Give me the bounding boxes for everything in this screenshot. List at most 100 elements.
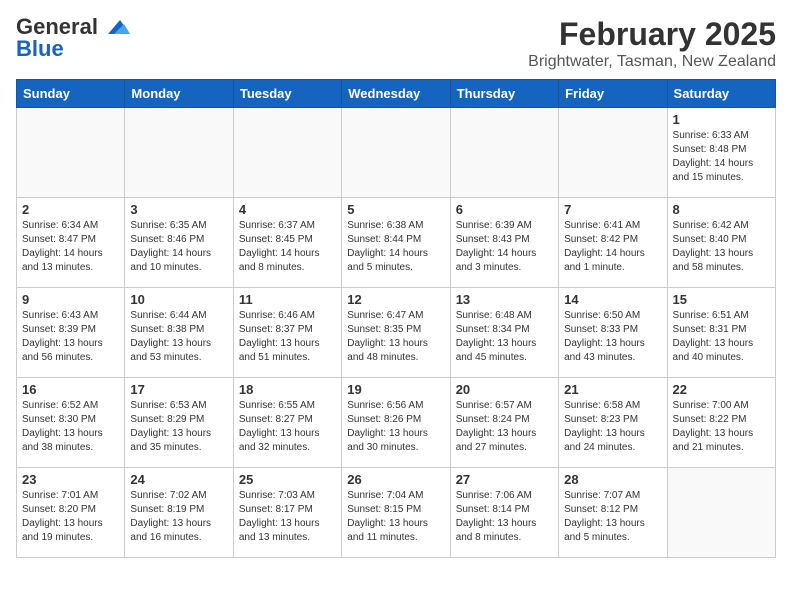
- day-info: Sunrise: 6:52 AM Sunset: 8:30 PM Dayligh…: [22, 399, 119, 455]
- day-info: Sunrise: 6:44 AM Sunset: 8:38 PM Dayligh…: [130, 309, 227, 365]
- day-number: 18: [239, 382, 336, 397]
- calendar-day-cell: 26Sunrise: 7:04 AM Sunset: 8:15 PM Dayli…: [342, 468, 450, 558]
- logo-blue: Blue: [16, 38, 64, 60]
- calendar-day-cell: 12Sunrise: 6:47 AM Sunset: 8:35 PM Dayli…: [342, 288, 450, 378]
- day-info: Sunrise: 6:47 AM Sunset: 8:35 PM Dayligh…: [347, 309, 444, 365]
- day-number: 6: [456, 202, 553, 217]
- day-number: 7: [564, 202, 661, 217]
- calendar-day-cell: 15 Sunrise: 6:51 AM Sunset: 8:31 PM Dayli…: [667, 288, 775, 378]
- calendar-week-row: 9 Sunrise: 6:43 AM Sunset: 8:39 PM Daylig…: [17, 288, 776, 378]
- calendar-day-cell: 10 Sunrise: 6:44 AM Sunset: 8:38 PM Dayli…: [125, 288, 233, 378]
- day-number: 15: [673, 292, 770, 307]
- weekday-header: Monday: [125, 80, 233, 108]
- day-info: Sunrise: 6:39 AM Sunset: 8:43 PM Dayligh…: [456, 219, 553, 275]
- day-info: Sunrise: 6:46 AM Sunset: 8:37 PM Dayligh…: [239, 309, 336, 365]
- calendar-day-cell: [450, 108, 558, 198]
- day-number: 8: [673, 202, 770, 217]
- day-info: Sunrise: 7:03 AM Sunset: 8:17 PM Dayligh…: [239, 489, 336, 545]
- day-number: 24: [130, 472, 227, 487]
- day-number: 13: [456, 292, 553, 307]
- calendar-day-cell: [233, 108, 341, 198]
- calendar-day-cell: 2Sunrise: 6:34 AM Sunset: 8:47 PM Daylig…: [17, 198, 125, 288]
- calendar-day-cell: 7 Sunrise: 6:41 AM Sunset: 8:42 PM Daylig…: [559, 198, 667, 288]
- calendar-day-cell: 13 Sunrise: 6:48 AM Sunset: 8:34 PM Dayli…: [450, 288, 558, 378]
- calendar-day-cell: [342, 108, 450, 198]
- calendar-day-cell: 21Sunrise: 6:58 AM Sunset: 8:23 PM Dayli…: [559, 378, 667, 468]
- calendar-day-cell: 22 Sunrise: 7:00 AM Sunset: 8:22 PM Dayli…: [667, 378, 775, 468]
- calendar-week-row: 1 Sunrise: 6:33 AM Sunset: 8:48 PM Daylig…: [17, 108, 776, 198]
- weekday-header: Sunday: [17, 80, 125, 108]
- day-info: Sunrise: 6:43 AM Sunset: 8:39 PM Dayligh…: [22, 309, 119, 365]
- calendar-day-cell: 28 Sunrise: 7:07 AM Sunset: 8:12 PM Dayli…: [559, 468, 667, 558]
- calendar-day-cell: 14Sunrise: 6:50 AM Sunset: 8:33 PM Dayli…: [559, 288, 667, 378]
- calendar-day-cell: [667, 468, 775, 558]
- day-number: 20: [456, 382, 553, 397]
- calendar-day-cell: 18 Sunrise: 6:55 AM Sunset: 8:27 PM Dayli…: [233, 378, 341, 468]
- day-number: 1: [673, 112, 770, 127]
- calendar-week-row: 16Sunrise: 6:52 AM Sunset: 8:30 PM Dayli…: [17, 378, 776, 468]
- calendar-day-cell: 24 Sunrise: 7:02 AM Sunset: 8:19 PM Dayli…: [125, 468, 233, 558]
- calendar-day-cell: 20 Sunrise: 6:57 AM Sunset: 8:24 PM Dayli…: [450, 378, 558, 468]
- day-info: Sunrise: 6:37 AM Sunset: 8:45 PM Dayligh…: [239, 219, 336, 275]
- calendar-day-cell: 25Sunrise: 7:03 AM Sunset: 8:17 PM Dayli…: [233, 468, 341, 558]
- day-info: Sunrise: 6:53 AM Sunset: 8:29 PM Dayligh…: [130, 399, 227, 455]
- day-number: 23: [22, 472, 119, 487]
- day-info: Sunrise: 7:02 AM Sunset: 8:19 PM Dayligh…: [130, 489, 227, 545]
- calendar-day-cell: 19 Sunrise: 6:56 AM Sunset: 8:26 PM Dayli…: [342, 378, 450, 468]
- calendar-day-cell: [559, 108, 667, 198]
- day-info: Sunrise: 6:57 AM Sunset: 8:24 PM Dayligh…: [456, 399, 553, 455]
- day-info: Sunrise: 6:38 AM Sunset: 8:44 PM Dayligh…: [347, 219, 444, 275]
- day-info: Sunrise: 6:48 AM Sunset: 8:34 PM Dayligh…: [456, 309, 553, 365]
- title-block: February 2025 Brightwater, Tasman, New Z…: [528, 16, 776, 71]
- weekday-header-row: SundayMondayTuesdayWednesdayThursdayFrid…: [17, 80, 776, 108]
- logo-general: General: [16, 16, 98, 38]
- day-info: Sunrise: 7:01 AM Sunset: 8:20 PM Dayligh…: [22, 489, 119, 545]
- day-number: 4: [239, 202, 336, 217]
- calendar-day-cell: 1 Sunrise: 6:33 AM Sunset: 8:48 PM Daylig…: [667, 108, 775, 198]
- calendar-day-cell: 5 Sunrise: 6:38 AM Sunset: 8:44 PM Daylig…: [342, 198, 450, 288]
- day-info: Sunrise: 6:33 AM Sunset: 8:48 PM Dayligh…: [673, 129, 770, 185]
- calendar-table: SundayMondayTuesdayWednesdayThursdayFrid…: [16, 79, 776, 558]
- weekday-header: Wednesday: [342, 80, 450, 108]
- day-info: Sunrise: 6:41 AM Sunset: 8:42 PM Dayligh…: [564, 219, 661, 275]
- day-number: 5: [347, 202, 444, 217]
- day-info: Sunrise: 7:00 AM Sunset: 8:22 PM Dayligh…: [673, 399, 770, 455]
- day-number: 9: [22, 292, 119, 307]
- day-number: 2: [22, 202, 119, 217]
- day-number: 17: [130, 382, 227, 397]
- day-number: 19: [347, 382, 444, 397]
- calendar-subtitle: Brightwater, Tasman, New Zealand: [528, 53, 776, 71]
- calendar-day-cell: 4 Sunrise: 6:37 AM Sunset: 8:45 PM Daylig…: [233, 198, 341, 288]
- weekday-header: Saturday: [667, 80, 775, 108]
- logo: General Blue: [16, 16, 130, 60]
- day-info: Sunrise: 7:07 AM Sunset: 8:12 PM Dayligh…: [564, 489, 661, 545]
- calendar-day-cell: 6 Sunrise: 6:39 AM Sunset: 8:43 PM Daylig…: [450, 198, 558, 288]
- day-number: 10: [130, 292, 227, 307]
- calendar-day-cell: 9 Sunrise: 6:43 AM Sunset: 8:39 PM Daylig…: [17, 288, 125, 378]
- calendar-week-row: 23 Sunrise: 7:01 AM Sunset: 8:20 PM Dayli…: [17, 468, 776, 558]
- weekday-header: Thursday: [450, 80, 558, 108]
- calendar-day-cell: 16Sunrise: 6:52 AM Sunset: 8:30 PM Dayli…: [17, 378, 125, 468]
- day-number: 28: [564, 472, 661, 487]
- day-number: 27: [456, 472, 553, 487]
- day-info: Sunrise: 6:55 AM Sunset: 8:27 PM Dayligh…: [239, 399, 336, 455]
- day-number: 21: [564, 382, 661, 397]
- day-number: 26: [347, 472, 444, 487]
- day-info: Sunrise: 6:35 AM Sunset: 8:46 PM Dayligh…: [130, 219, 227, 275]
- calendar-day-cell: 8 Sunrise: 6:42 AM Sunset: 8:40 PM Daylig…: [667, 198, 775, 288]
- calendar-day-cell: [125, 108, 233, 198]
- day-info: Sunrise: 6:56 AM Sunset: 8:26 PM Dayligh…: [347, 399, 444, 455]
- calendar-day-cell: [17, 108, 125, 198]
- day-info: Sunrise: 6:51 AM Sunset: 8:31 PM Dayligh…: [673, 309, 770, 365]
- calendar-week-row: 2Sunrise: 6:34 AM Sunset: 8:47 PM Daylig…: [17, 198, 776, 288]
- day-number: 22: [673, 382, 770, 397]
- calendar-title: February 2025: [528, 16, 776, 53]
- day-number: 3: [130, 202, 227, 217]
- calendar-day-cell: 3 Sunrise: 6:35 AM Sunset: 8:46 PM Daylig…: [125, 198, 233, 288]
- day-info: Sunrise: 6:42 AM Sunset: 8:40 PM Dayligh…: [673, 219, 770, 275]
- weekday-header: Tuesday: [233, 80, 341, 108]
- calendar-day-cell: 17 Sunrise: 6:53 AM Sunset: 8:29 PM Dayli…: [125, 378, 233, 468]
- logo-icon: [100, 16, 130, 38]
- day-number: 14: [564, 292, 661, 307]
- calendar-day-cell: 27Sunrise: 7:06 AM Sunset: 8:14 PM Dayli…: [450, 468, 558, 558]
